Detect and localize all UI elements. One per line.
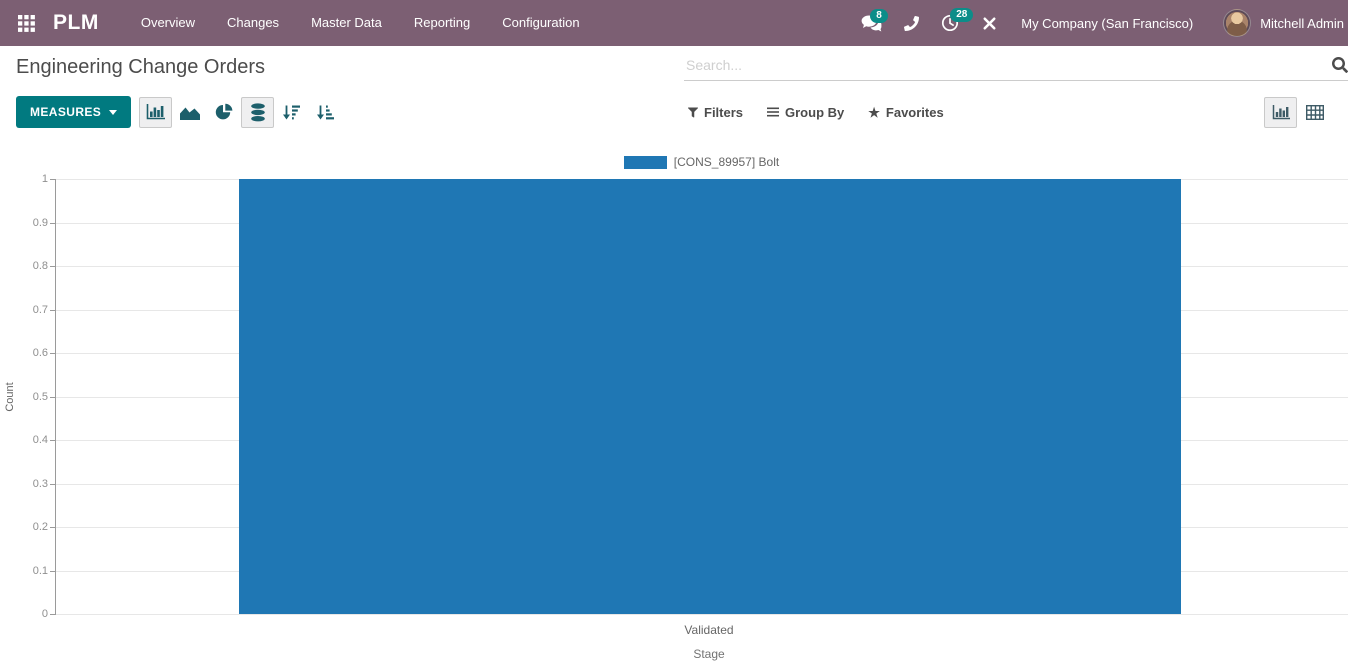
x-tick-validated: Validated (684, 623, 733, 637)
sort-descending-icon (283, 105, 300, 120)
star-icon: ★ (868, 106, 880, 119)
search-input[interactable] (684, 54, 1348, 81)
group-by-button[interactable]: Group By (767, 105, 844, 120)
measures-button[interactable]: MEASURES (16, 96, 131, 128)
y-tick-mark (50, 571, 56, 572)
nav-menu: Overview Changes Master Data Reporting C… (125, 0, 596, 46)
tools-button[interactable] (970, 7, 1009, 40)
pivot-view-button[interactable] (1298, 97, 1331, 128)
bar-validated[interactable] (239, 179, 1181, 614)
graph-view-button[interactable] (1264, 97, 1297, 128)
y-tick-label: 0.6 (33, 347, 48, 359)
user-avatar (1223, 9, 1251, 37)
y-tick-mark (50, 223, 56, 224)
filters-button[interactable]: Filters (688, 105, 743, 120)
top-nav: PLM Overview Changes Master Data Reporti… (0, 0, 1348, 46)
filters-label: Filters (704, 105, 743, 120)
page-title: Engineering Change Orders (16, 56, 265, 79)
app-brand: PLM (53, 11, 99, 35)
y-axis-title-column: Count (0, 179, 20, 614)
y-axis-title: Count (4, 382, 16, 411)
x-axis-title: Stage (693, 647, 724, 661)
nav-item-overview[interactable]: Overview (125, 0, 211, 46)
control-panel: Engineering Change Orders (0, 46, 1348, 88)
nav-item-changes[interactable]: Changes (211, 0, 295, 46)
tools-icon (981, 15, 998, 32)
stacked-database-icon (250, 103, 266, 122)
x-axis: Validated Stage (55, 614, 1348, 662)
group-by-icon (767, 107, 779, 117)
y-tick-label: 0.1 (33, 565, 48, 577)
chart-legend: [CONS_89957] Bolt (55, 154, 1348, 170)
phone-button[interactable] (893, 8, 930, 39)
stacked-toggle-button[interactable] (241, 97, 274, 128)
toolbar: MEASURES (0, 88, 1348, 142)
activities-button[interactable]: 28 (930, 6, 970, 40)
y-tick-mark (50, 527, 56, 528)
y-tick-mark (50, 310, 56, 311)
chart-type-switcher (139, 97, 343, 128)
graph-view-icon (1272, 105, 1290, 120)
nav-right: 8 28 My Company (San Francisco) Mitchell… (850, 0, 1348, 46)
user-name: Mitchell Admin (1260, 16, 1344, 31)
legend-label: [CONS_89957] Bolt (674, 155, 779, 169)
nav-item-configuration[interactable]: Configuration (486, 0, 595, 46)
bar-chart: [CONS_89957] Bolt Count 0 0.1 0.2 0.3 0.4 0.5… (0, 142, 1348, 662)
group-by-label: Group By (785, 105, 844, 120)
y-tick-label: 0.3 (33, 478, 48, 490)
view-switcher (1264, 97, 1332, 128)
y-tick-label: 0.4 (33, 434, 48, 446)
nav-item-master-data[interactable]: Master Data (295, 0, 398, 46)
apps-grid-button[interactable] (12, 9, 41, 38)
phone-icon (904, 16, 919, 31)
legend-swatch (624, 156, 667, 169)
y-tick-label: 0.7 (33, 304, 48, 316)
y-tick-mark (50, 353, 56, 354)
chevron-down-icon (109, 110, 117, 115)
y-tick-label: 0.2 (33, 521, 48, 533)
y-tick-mark (50, 484, 56, 485)
y-tick-mark (50, 440, 56, 441)
plot-row: Count 00.10.20.30.40.50.60.70.80.91 (0, 179, 1348, 614)
y-tick-mark (50, 179, 56, 180)
pivot-view-icon (1306, 105, 1324, 120)
messages-button[interactable]: 8 (850, 7, 893, 40)
plot-area (55, 179, 1348, 614)
company-switcher[interactable]: My Company (San Francisco) (1021, 16, 1193, 31)
user-menu[interactable]: Mitchell Admin (1213, 0, 1348, 46)
pie-chart-icon (215, 103, 233, 121)
favorites-label: Favorites (886, 105, 944, 120)
apps-grid-icon (18, 15, 35, 32)
favorites-button[interactable]: ★ Favorites (868, 105, 943, 120)
y-tick-mark (50, 266, 56, 267)
bar-chart-mode-button[interactable] (139, 97, 172, 128)
y-tick-label: 0.8 (33, 260, 48, 272)
nav-item-reporting[interactable]: Reporting (398, 0, 486, 46)
area-chart-icon (180, 105, 200, 120)
line-chart-mode-button[interactable] (173, 97, 206, 128)
filter-funnel-icon (688, 107, 698, 118)
y-tick-mark (50, 397, 56, 398)
y-tick-label: 0.9 (33, 217, 48, 229)
measures-label: MEASURES (30, 105, 101, 119)
pie-chart-mode-button[interactable] (207, 97, 240, 128)
search-options: Filters Group By ★ Favorites (688, 105, 968, 120)
messages-badge: 8 (870, 9, 888, 23)
y-tick-label: 0.5 (33, 391, 48, 403)
sort-descending-button[interactable] (275, 97, 308, 128)
search-icon[interactable] (1332, 57, 1348, 78)
bar-chart-icon (146, 104, 165, 120)
sort-ascending-button[interactable] (309, 97, 342, 128)
y-tick-label: 0 (42, 608, 48, 620)
search-box (684, 54, 1348, 81)
sort-ascending-icon (317, 105, 334, 120)
y-tick-label: 1 (42, 173, 48, 185)
